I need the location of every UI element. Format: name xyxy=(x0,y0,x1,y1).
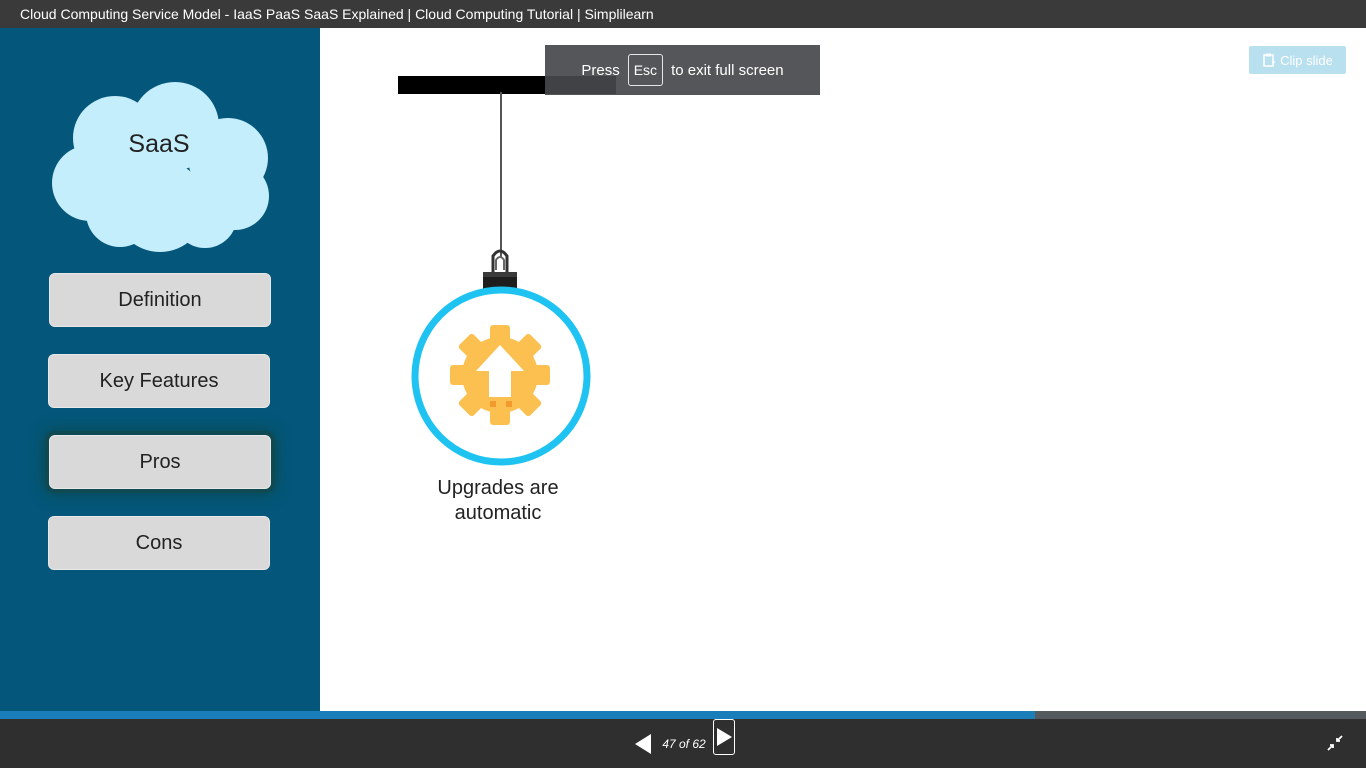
previous-slide-icon[interactable] xyxy=(632,732,654,756)
clip-slide-button[interactable]: Clip slide xyxy=(1249,46,1346,74)
next-slide-button[interactable] xyxy=(713,719,735,755)
sidebar: SaaS Definition Key Features Pros Cons xyxy=(0,28,320,711)
cons-button[interactable]: Cons xyxy=(48,516,270,570)
clip-slide-label: Clip slide xyxy=(1280,52,1333,68)
progress-bar[interactable] xyxy=(0,711,1366,719)
player-controls: 47 of 62 xyxy=(0,719,1366,768)
clipboard-icon xyxy=(1263,53,1276,67)
slide-counter: 47 of 62 xyxy=(662,737,706,751)
next-slide-icon xyxy=(717,728,732,746)
pros-button[interactable]: Pros xyxy=(49,435,271,489)
cloud-icon xyxy=(52,82,269,252)
progress-fill xyxy=(0,711,1036,719)
esc-key-badge: Esc xyxy=(627,54,664,86)
gear-upload-icon xyxy=(450,325,550,425)
toast-press-text: Press xyxy=(581,61,620,79)
toast-suffix-text: to exit full screen xyxy=(671,61,784,79)
ornament-caption: Upgrades are automatic xyxy=(437,477,559,524)
ornament xyxy=(411,286,591,466)
definition-button[interactable]: Definition xyxy=(49,273,271,327)
key-features-button[interactable]: Key Features xyxy=(48,354,270,408)
fullscreen-toast: Press Esc to exit full screen xyxy=(545,45,820,95)
hanging-string xyxy=(500,92,502,257)
cloud-label: SaaS xyxy=(128,130,190,158)
exit-fullscreen-icon[interactable] xyxy=(1326,734,1344,752)
window-title: Cloud Computing Service Model - IaaS Paa… xyxy=(0,0,1366,28)
